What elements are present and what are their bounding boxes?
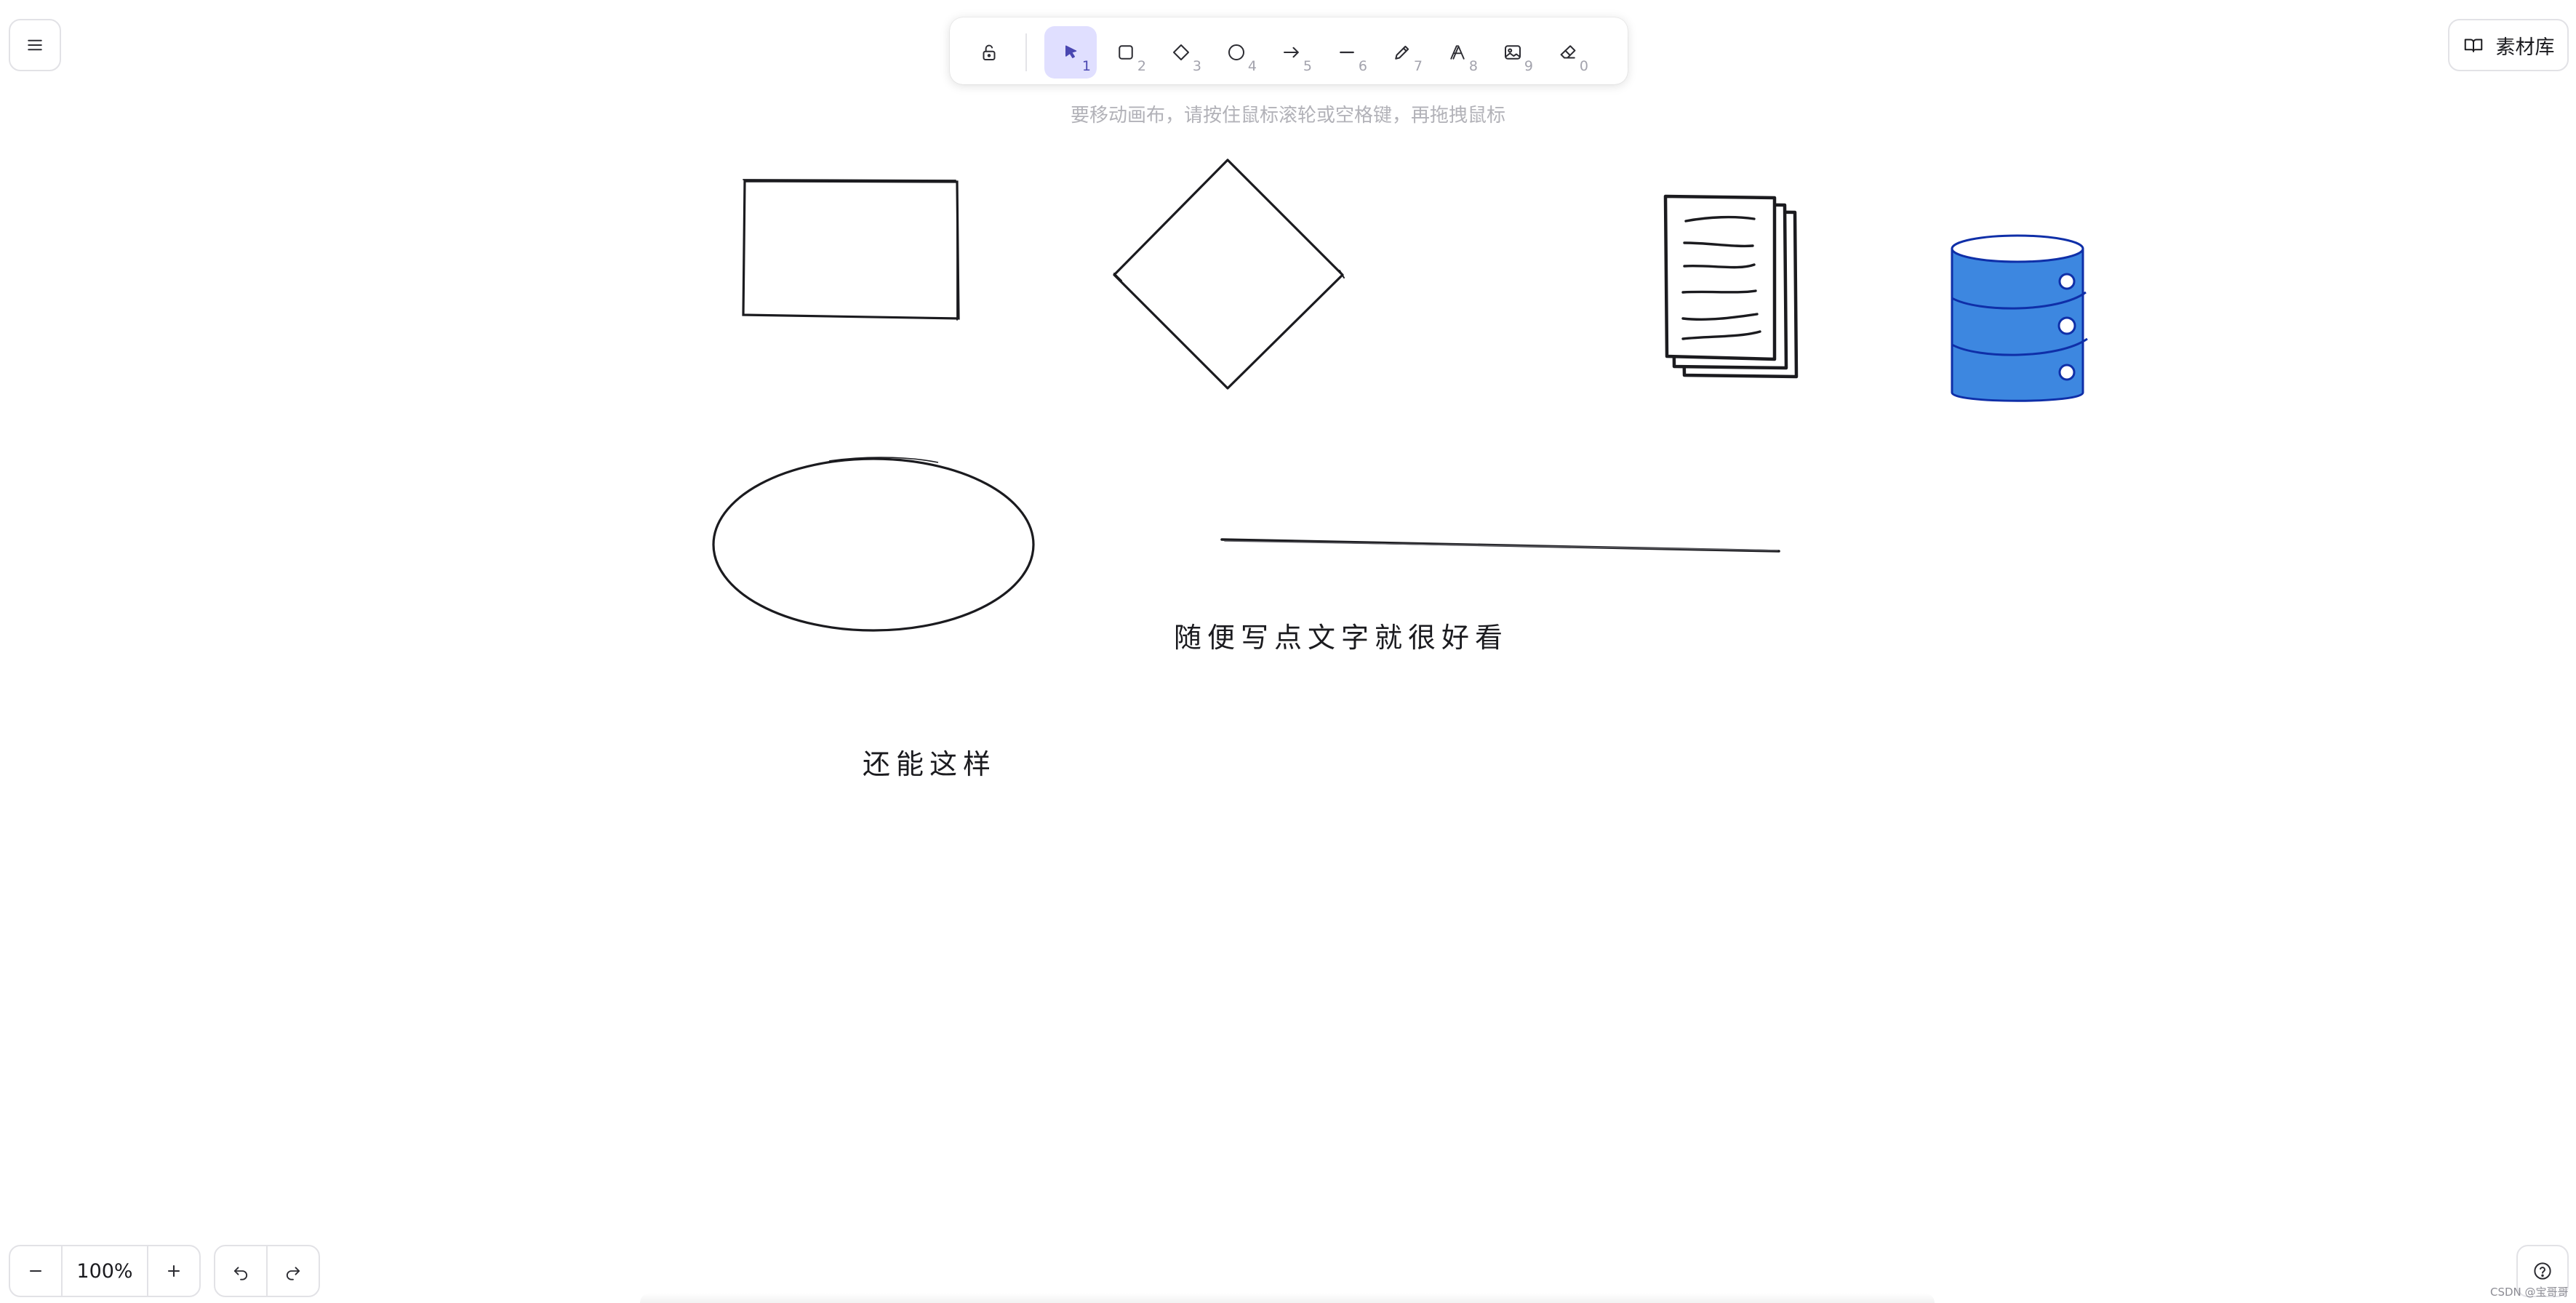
undo-icon [233, 1267, 248, 1280]
watermark: CSDN @宝哥哥 [2490, 1286, 2569, 1299]
canvas-text-2[interactable]: 还能这样 [863, 742, 996, 782]
zoom-level[interactable]: 100% [61, 1246, 148, 1296]
sketch-ellipse[interactable] [712, 457, 1035, 632]
help-icon [2534, 1262, 2551, 1280]
sketch-database[interactable] [1951, 234, 2088, 402]
plus-icon [167, 1264, 180, 1278]
drawing-app: 1 2 3 4 5 6 7 8 9 0 要移动画布，请按住鼠标滚轮或空格键，再拖… [0, 0, 2576, 1303]
redo-button[interactable] [266, 1246, 319, 1296]
sketch-diamond[interactable] [1113, 159, 1345, 390]
history-controls [214, 1245, 320, 1297]
zoom-controls: 100% [9, 1245, 201, 1297]
zoom-in-button[interactable] [148, 1246, 199, 1296]
sketch-line[interactable] [1220, 538, 1780, 553]
redo-icon [286, 1267, 300, 1280]
bottom-shadow [640, 1293, 1935, 1303]
minus-icon [29, 1270, 42, 1272]
sketch-document-stack[interactable] [1663, 194, 1799, 379]
undo-button[interactable] [215, 1246, 266, 1296]
zoom-out-button[interactable] [10, 1246, 61, 1296]
canvas-text-1[interactable]: 随便写点文字就很好看 [1174, 615, 1508, 655]
sketch-rectangle[interactable] [742, 179, 960, 321]
